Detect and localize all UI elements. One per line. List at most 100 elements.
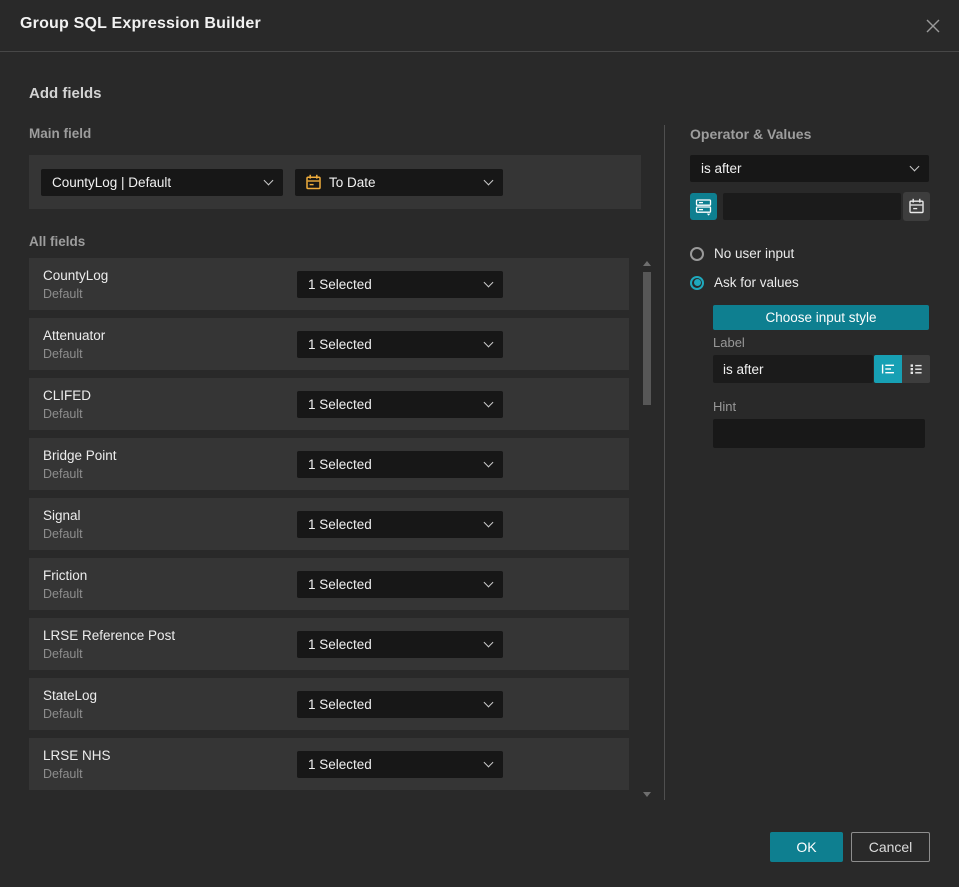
main-field-label: Main field	[29, 126, 92, 141]
field-name: StateLog	[43, 688, 98, 703]
hint-field-label: Hint	[713, 399, 737, 414]
radio-label: No user input	[714, 246, 795, 261]
chevron-down-icon	[483, 577, 494, 588]
radio-no-user-input[interactable]: No user input	[690, 246, 794, 261]
all-fields-list: CountyLog Default 1 Selected Attenuator …	[29, 258, 629, 798]
chevron-down-icon	[909, 161, 920, 172]
field-name: LRSE Reference Post	[43, 628, 176, 643]
dialog-title: Group SQL Expression Builder	[20, 15, 261, 32]
selected-count-label: 1 Selected	[308, 757, 372, 772]
field-name: CLIFED	[43, 388, 92, 403]
selected-count-label: 1 Selected	[308, 517, 372, 532]
field-sublabel: Default	[43, 347, 83, 361]
stacked-input-rows-icon	[695, 199, 712, 216]
chevron-down-icon	[483, 757, 494, 768]
align-left-lines-icon	[881, 364, 894, 374]
field-selected-dropdown[interactable]: 1 Selected	[297, 751, 503, 778]
field-name: Friction	[43, 568, 88, 583]
scroll-down-arrow-icon[interactable]	[643, 792, 651, 797]
field-row-countylog: CountyLog Default 1 Selected	[29, 258, 629, 310]
selected-count-label: 1 Selected	[308, 697, 372, 712]
field-row-friction: Friction Default 1 Selected	[29, 558, 629, 610]
close-button[interactable]	[921, 14, 945, 38]
chevron-down-icon	[483, 697, 494, 708]
all-fields-label: All fields	[29, 234, 86, 249]
selected-count-label: 1 Selected	[308, 337, 372, 352]
group-sql-expression-builder-dialog: Group SQL Expression Builder Add fields …	[0, 0, 959, 887]
radio-ask-for-values[interactable]: Ask for values	[690, 275, 799, 290]
panel-divider	[664, 125, 665, 800]
field-type-select[interactable]: To Date	[295, 169, 503, 196]
field-name: Bridge Point	[43, 448, 117, 463]
calendar-icon	[306, 174, 321, 190]
label-input[interactable]	[713, 355, 873, 383]
field-selected-dropdown[interactable]: 1 Selected	[297, 391, 503, 418]
field-name: Signal	[43, 508, 81, 523]
calendar-icon	[909, 198, 924, 214]
single-line-style-button[interactable]	[874, 355, 902, 383]
hint-input[interactable]	[713, 419, 925, 448]
ok-button[interactable]: OK	[770, 832, 843, 862]
field-row-lrse-nhs: LRSE NHS Default 1 Selected	[29, 738, 629, 790]
chevron-down-icon	[483, 517, 494, 528]
selected-count-label: 1 Selected	[308, 637, 372, 652]
field-selected-dropdown[interactable]: 1 Selected	[297, 451, 503, 478]
selected-count-label: 1 Selected	[308, 577, 372, 592]
field-row-statelog: StateLog Default 1 Selected	[29, 678, 629, 730]
list-style-button[interactable]	[902, 355, 930, 383]
field-selected-dropdown[interactable]: 1 Selected	[297, 511, 503, 538]
selected-count-label: 1 Selected	[308, 277, 372, 292]
date-picker-button[interactable]	[903, 192, 930, 221]
field-selected-dropdown[interactable]: 1 Selected	[297, 631, 503, 658]
field-selected-dropdown[interactable]: 1 Selected	[297, 331, 503, 358]
list-scrollbar[interactable]	[642, 258, 652, 800]
main-field-select-value: CountyLog | Default	[52, 175, 172, 190]
cancel-button[interactable]: Cancel	[851, 832, 930, 862]
chevron-down-icon	[263, 175, 274, 186]
field-row-signal: Signal Default 1 Selected	[29, 498, 629, 550]
field-selected-dropdown[interactable]: 1 Selected	[297, 571, 503, 598]
field-row-clifed: CLIFED Default 1 Selected	[29, 378, 629, 430]
operator-select-value: is after	[701, 161, 742, 176]
radio-circle-icon	[690, 246, 704, 261]
add-fields-heading: Add fields	[29, 85, 102, 102]
field-sublabel: Default	[43, 647, 83, 661]
field-selected-dropdown[interactable]: 1 Selected	[297, 691, 503, 718]
selected-count-label: 1 Selected	[308, 457, 372, 472]
chevron-down-icon	[483, 397, 494, 408]
field-sublabel: Default	[43, 707, 83, 721]
close-icon	[926, 19, 940, 33]
dialog-titlebar: Group SQL Expression Builder	[0, 0, 959, 52]
main-field-select[interactable]: CountyLog | Default	[41, 169, 283, 196]
field-sublabel: Default	[43, 767, 83, 781]
operator-select[interactable]: is after	[690, 155, 929, 182]
chevron-down-icon	[483, 457, 494, 468]
field-sublabel: Default	[43, 467, 83, 481]
label-field-label: Label	[713, 335, 745, 350]
value-type-picker-button[interactable]	[690, 193, 717, 220]
field-selected-dropdown[interactable]: 1 Selected	[297, 271, 503, 298]
scrollbar-thumb[interactable]	[643, 272, 651, 405]
field-row-lrse-reference-post: LRSE Reference Post Default 1 Selected	[29, 618, 629, 670]
operator-values-heading: Operator & Values	[690, 126, 812, 142]
main-field-band: CountyLog | Default To Date	[29, 155, 641, 209]
radio-selected-icon	[690, 275, 704, 290]
choose-input-style-button[interactable]: Choose input style	[713, 305, 929, 330]
chevron-down-icon	[483, 337, 494, 348]
field-sublabel: Default	[43, 527, 83, 541]
field-sublabel: Default	[43, 587, 83, 601]
value-input[interactable]	[723, 193, 901, 220]
radio-label: Ask for values	[714, 275, 799, 290]
field-row-attenuator: Attenuator Default 1 Selected	[29, 318, 629, 370]
field-sublabel: Default	[43, 407, 83, 421]
field-name: LRSE NHS	[43, 748, 111, 763]
field-name: CountyLog	[43, 268, 109, 283]
scroll-up-arrow-icon[interactable]	[643, 261, 651, 266]
field-type-select-value: To Date	[329, 175, 376, 190]
chevron-down-icon	[483, 637, 494, 648]
chevron-down-icon	[483, 277, 494, 288]
bulleted-list-icon	[910, 364, 922, 374]
field-sublabel: Default	[43, 287, 83, 301]
field-row-bridge-point: Bridge Point Default 1 Selected	[29, 438, 629, 490]
field-name: Attenuator	[43, 328, 106, 343]
